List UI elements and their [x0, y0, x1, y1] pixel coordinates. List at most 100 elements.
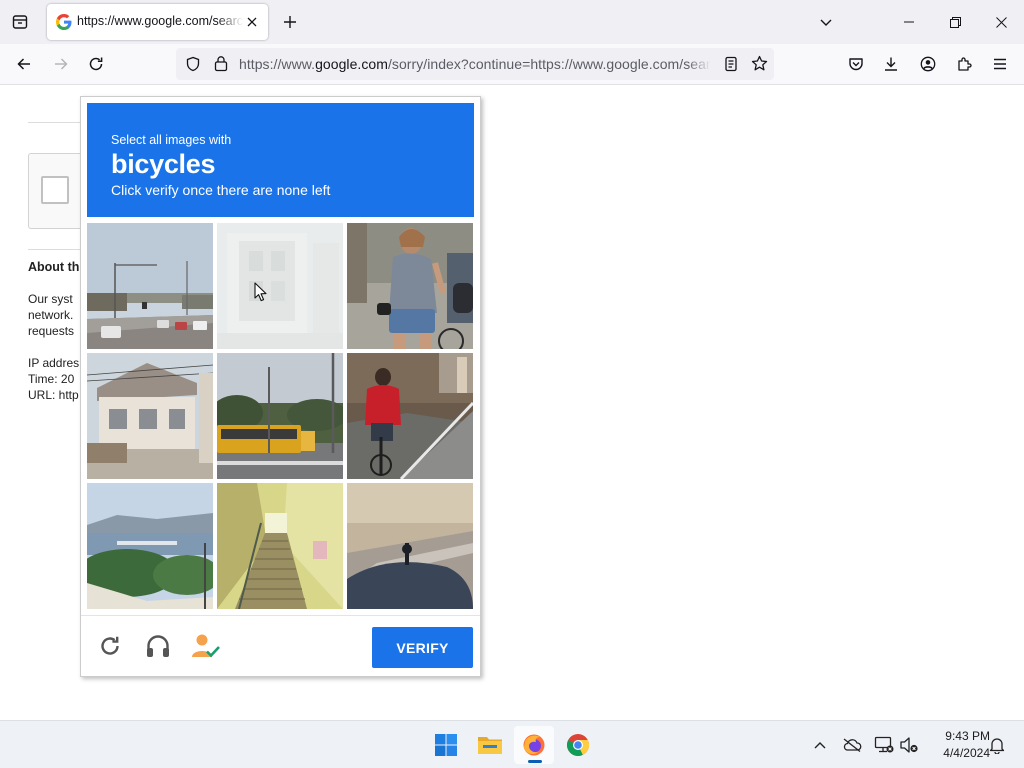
challenge-footer: VERIFY	[81, 615, 480, 677]
clock-time: 9:43 PM	[945, 729, 990, 743]
challenge-subtext: Click verify once there are none left	[111, 182, 331, 198]
reader-view-icon[interactable]	[723, 56, 739, 72]
arrow-left-icon	[17, 58, 30, 70]
close-icon	[995, 16, 1007, 28]
onedrive-tray[interactable]	[840, 733, 864, 757]
file-explorer-icon	[478, 737, 502, 754]
reload-challenge-button[interactable]	[94, 630, 126, 662]
hamburger-menu-icon	[994, 58, 1006, 70]
image-tile-bus-on-road[interactable]	[217, 353, 343, 479]
firefox-icon	[523, 734, 545, 756]
image-tile-japanese-house[interactable]	[87, 353, 213, 479]
recaptcha-checkbox[interactable]	[41, 176, 69, 204]
navigation-toolbar: https://www.google.com/sorry/index?conti…	[0, 44, 1024, 85]
image-tile-coastal-view[interactable]	[87, 483, 213, 609]
divider	[28, 122, 88, 123]
body-line: Our syst	[28, 292, 73, 306]
forward-button[interactable]	[46, 49, 76, 79]
arrow-right-icon	[55, 58, 68, 70]
lock-icon[interactable]	[213, 55, 229, 72]
menu-button[interactable]	[985, 49, 1015, 79]
firefox-taskbar-button[interactable]	[514, 726, 554, 764]
recaptcha-challenge: Select all images with bicycles Click ve…	[80, 96, 481, 677]
puzzle-icon	[958, 57, 972, 71]
headphones-icon	[147, 635, 169, 657]
new-tab-button[interactable]	[274, 6, 306, 38]
audio-challenge-button[interactable]	[142, 630, 174, 662]
download-icon	[885, 57, 897, 71]
minimize-button[interactable]	[886, 0, 932, 44]
firefox-view-icon	[12, 15, 28, 29]
image-grid	[87, 223, 474, 610]
help-button[interactable]	[190, 630, 222, 662]
divider	[28, 249, 88, 250]
plus-icon	[284, 16, 296, 28]
about-heading: About th	[28, 260, 80, 274]
url-text[interactable]: https://www.google.com/sorry/index?conti…	[239, 56, 711, 74]
shield-icon[interactable]	[185, 56, 201, 72]
restore-button[interactable]	[932, 0, 978, 44]
star-icon[interactable]	[751, 55, 768, 72]
image-tile-cyclist-in-red-jacket[interactable]	[347, 353, 473, 479]
chrome-icon	[567, 734, 590, 756]
image-tile-road-with-shadow[interactable]	[347, 483, 473, 609]
tab-close-button[interactable]	[243, 13, 261, 31]
pocket-icon	[849, 58, 863, 71]
back-button[interactable]	[9, 49, 39, 79]
challenge-header: Select all images with bicycles Click ve…	[87, 103, 474, 217]
verify-button[interactable]: VERIFY	[372, 627, 473, 668]
chevron-up-icon	[814, 742, 826, 749]
network-tray[interactable]	[872, 733, 896, 757]
reload-icon	[89, 57, 103, 71]
url-host: google.com	[315, 56, 388, 72]
chevron-down-icon	[820, 19, 832, 26]
image-tile-woman-walking-by-bicycle[interactable]	[347, 223, 473, 349]
tab-strip: https://www.google.com/search?q=	[0, 0, 1024, 44]
address-bar[interactable]: https://www.google.com/sorry/index?conti…	[176, 48, 774, 80]
pocket-button[interactable]	[841, 49, 871, 79]
tab-title: https://www.google.com/search?q=	[77, 14, 243, 32]
downloads-button[interactable]	[876, 49, 906, 79]
challenge-instruction: Select all images with	[111, 133, 232, 147]
url-line: URL: http	[28, 388, 79, 402]
user-check-icon	[192, 634, 220, 658]
minimize-icon	[904, 21, 914, 23]
url-scheme: https://www.	[239, 56, 316, 72]
volume-tray[interactable]	[897, 733, 921, 757]
time-line: Time: 20	[28, 372, 75, 386]
bell-icon	[989, 738, 1005, 754]
network-icon	[874, 736, 894, 753]
close-window-button[interactable]	[978, 0, 1024, 44]
image-tile-street-with-traffic-lights[interactable]	[87, 223, 213, 349]
body-line: requests	[28, 324, 75, 338]
browser-tab[interactable]: https://www.google.com/search?q=	[47, 4, 268, 40]
image-tile-subway-stairs[interactable]	[217, 483, 343, 609]
list-all-tabs-button[interactable]	[810, 6, 842, 38]
account-icon	[920, 56, 936, 72]
image-tile-faded-building[interactable]	[217, 223, 343, 349]
volume-muted-icon	[900, 737, 918, 753]
account-button[interactable]	[913, 49, 943, 79]
recaptcha-widget	[28, 153, 88, 229]
mouse-cursor-icon	[254, 282, 267, 302]
show-hidden-icons-button[interactable]	[808, 733, 832, 757]
start-button[interactable]	[426, 726, 466, 764]
extensions-button[interactable]	[949, 49, 979, 79]
google-favicon-icon	[56, 14, 72, 30]
reload-button[interactable]	[81, 49, 111, 79]
chrome-taskbar-button[interactable]	[558, 726, 598, 764]
close-icon	[247, 17, 257, 27]
active-app-indicator	[528, 760, 542, 763]
url-path: /sorry/index?continue=https://www.google…	[387, 56, 711, 72]
firefox-view-button[interactable]	[4, 6, 36, 38]
file-explorer-button[interactable]	[470, 726, 510, 764]
cloud-off-icon	[843, 738, 862, 752]
system-clock[interactable]: 9:43 PM 4/4/2024	[920, 728, 990, 762]
refresh-icon	[101, 636, 119, 655]
notifications-button[interactable]	[985, 733, 1009, 757]
restore-icon	[949, 16, 961, 28]
clock-date: 4/4/2024	[943, 746, 990, 760]
challenge-target: bicycles	[111, 149, 216, 179]
start-icon	[435, 734, 457, 756]
body-line: network.	[28, 308, 74, 322]
